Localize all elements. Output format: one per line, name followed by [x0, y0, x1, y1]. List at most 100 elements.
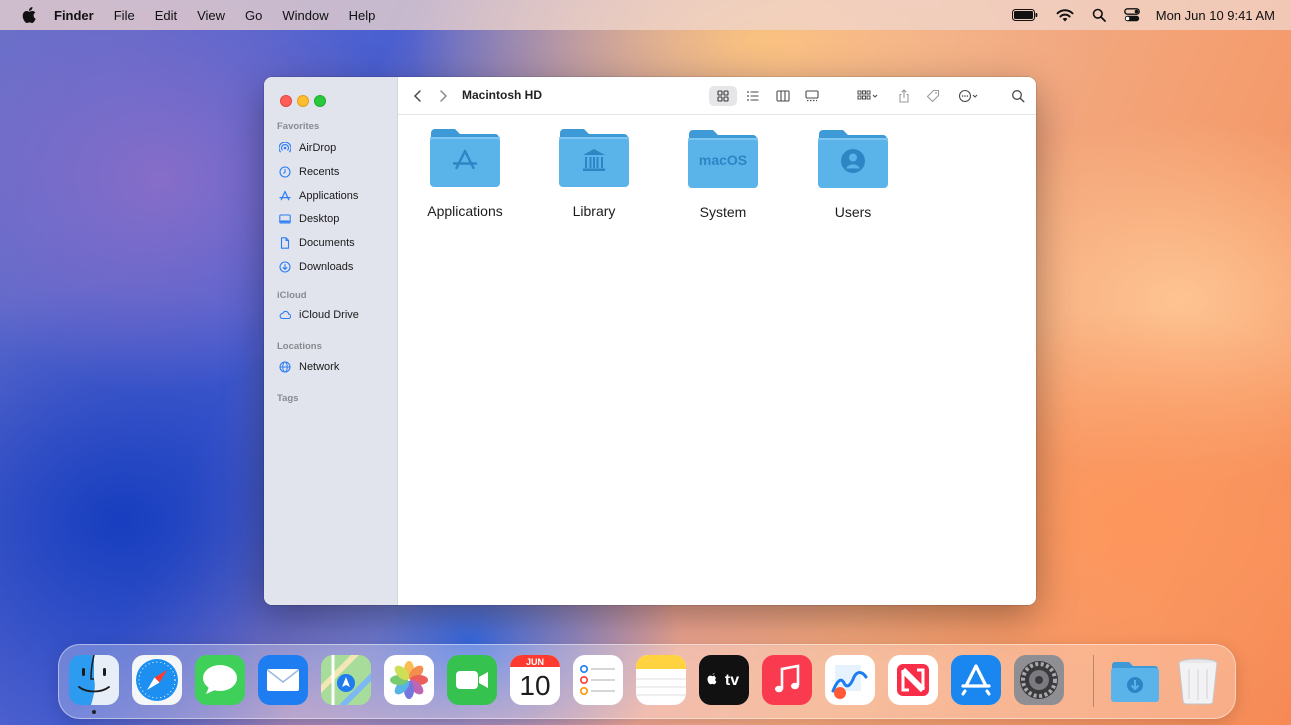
dock-trash[interactable] — [1173, 655, 1223, 705]
battery-icon[interactable] — [1011, 9, 1038, 21]
sidebar-item-label: AirDrop — [299, 142, 337, 154]
app-store-icon — [951, 655, 1001, 705]
dock-safari[interactable] — [132, 655, 182, 705]
gallery-icon — [805, 90, 819, 102]
sidebar-item-applications[interactable]: Applications — [278, 188, 358, 204]
dock-messages[interactable] — [195, 655, 245, 705]
gallery-view-button[interactable] — [801, 86, 823, 106]
icon-view-button[interactable] — [709, 86, 737, 106]
sidebar-item-label: Documents — [299, 237, 355, 249]
list-icon — [747, 91, 759, 101]
search-button[interactable] — [1009, 86, 1027, 106]
globe-icon — [278, 360, 292, 374]
menu-bar: Finder File Edit View Go Window Help Mon… — [0, 0, 1291, 30]
spotlight-icon[interactable] — [1092, 8, 1106, 22]
menu-help[interactable]: Help — [349, 8, 376, 23]
finder-window: Favorites AirDrop Recents Applications D… — [264, 77, 1036, 605]
share-button[interactable] — [894, 86, 914, 106]
sidebar-section-icloud: iCloud — [277, 290, 307, 301]
dock-reminders[interactable] — [573, 655, 623, 705]
dock-calendar[interactable]: JUN 10 — [510, 655, 560, 705]
sidebar-item-label: Downloads — [299, 261, 354, 273]
menu-edit[interactable]: Edit — [155, 8, 177, 23]
folder-system[interactable]: macOS System — [668, 128, 778, 220]
apple-menu-icon[interactable] — [22, 7, 36, 23]
tv-label: tv — [725, 672, 739, 689]
sidebar-item-downloads[interactable]: Downloads — [278, 259, 353, 275]
chevron-left-icon — [413, 90, 421, 102]
notes-icon — [636, 655, 686, 705]
finder-icon — [69, 655, 119, 705]
dock-system-settings[interactable] — [1014, 655, 1064, 705]
folder-library[interactable]: Library — [539, 127, 649, 219]
sidebar-section-favorites: Favorites — [277, 121, 320, 132]
group-by-button[interactable] — [853, 86, 883, 106]
sidebar-item-label: iCloud Drive — [299, 309, 359, 321]
freeform-icon — [825, 655, 875, 705]
minimize-button[interactable] — [297, 95, 309, 107]
grid-icon — [717, 90, 729, 102]
dock-downloads[interactable] — [1110, 655, 1160, 705]
dock-mail[interactable] — [258, 655, 308, 705]
sidebar-item-icloud-drive[interactable]: iCloud Drive — [278, 307, 359, 323]
dock-tv[interactable]: tv — [699, 655, 749, 705]
dock-app-store[interactable] — [951, 655, 1001, 705]
sidebar-item-label: Applications — [299, 190, 359, 202]
dock-facetime[interactable] — [447, 655, 497, 705]
folder-icon — [429, 127, 501, 189]
chevron-right-icon — [440, 90, 448, 102]
sidebar-item-recents[interactable]: Recents — [278, 164, 339, 180]
folder-applications[interactable]: Applications — [410, 127, 520, 219]
more-actions-button[interactable] — [954, 86, 984, 106]
dock-music[interactable] — [762, 655, 812, 705]
list-view-button[interactable] — [742, 86, 764, 106]
trash-icon — [1178, 658, 1218, 705]
dock-notes[interactable] — [636, 655, 686, 705]
ellipsis-circle-icon — [958, 89, 978, 103]
forward-button[interactable] — [435, 86, 451, 106]
sidebar-item-airdrop[interactable]: AirDrop — [278, 140, 336, 156]
user-glyph-icon — [841, 149, 865, 173]
tag-icon — [926, 89, 940, 103]
control-center-icon[interactable] — [1123, 8, 1140, 22]
file-browser: Macintosh HD Applications Library macOS … — [398, 77, 1036, 605]
dock: JUN 10 tv — [58, 644, 1236, 719]
reminders-icon — [573, 655, 623, 705]
menu-app-name[interactable]: Finder — [54, 8, 94, 23]
mail-icon — [258, 655, 308, 705]
window-controls — [280, 95, 326, 107]
sidebar-item-documents[interactable]: Documents — [278, 235, 355, 251]
sidebar-item-desktop[interactable]: Desktop — [278, 211, 339, 227]
clock-icon — [278, 165, 292, 179]
tag-button[interactable] — [923, 86, 943, 106]
zoom-button[interactable] — [314, 95, 326, 107]
dock-separator — [1093, 655, 1094, 707]
menu-view[interactable]: View — [197, 8, 225, 23]
folder-icon: macOS — [687, 128, 759, 190]
applications-icon — [278, 189, 292, 203]
sidebar-item-label: Desktop — [299, 213, 340, 225]
close-button[interactable] — [280, 95, 292, 107]
wifi-icon[interactable] — [1056, 8, 1074, 22]
menu-clock[interactable]: Mon Jun 10 9:41 AM — [1156, 8, 1275, 23]
menu-window[interactable]: Window — [282, 8, 328, 23]
column-view-button[interactable] — [772, 86, 794, 106]
dock-photos[interactable] — [384, 655, 434, 705]
facetime-icon — [447, 655, 497, 705]
dock-maps[interactable] — [321, 655, 371, 705]
sidebar: Favorites AirDrop Recents Applications D… — [264, 77, 398, 605]
dock-finder[interactable] — [69, 655, 119, 705]
menu-go[interactable]: Go — [245, 8, 262, 23]
back-button[interactable] — [410, 86, 426, 106]
sidebar-section-locations: Locations — [277, 341, 322, 352]
music-icon — [762, 655, 812, 705]
menu-file[interactable]: File — [114, 8, 135, 23]
tv-icon: tv — [699, 655, 749, 705]
folder-label: Library — [572, 203, 616, 219]
airdrop-icon — [278, 141, 292, 155]
dock-news[interactable] — [888, 655, 938, 705]
dock-freeform[interactable] — [825, 655, 875, 705]
folder-users[interactable]: Users — [798, 128, 908, 220]
sidebar-item-network[interactable]: Network — [278, 359, 339, 375]
safari-icon — [132, 655, 182, 705]
